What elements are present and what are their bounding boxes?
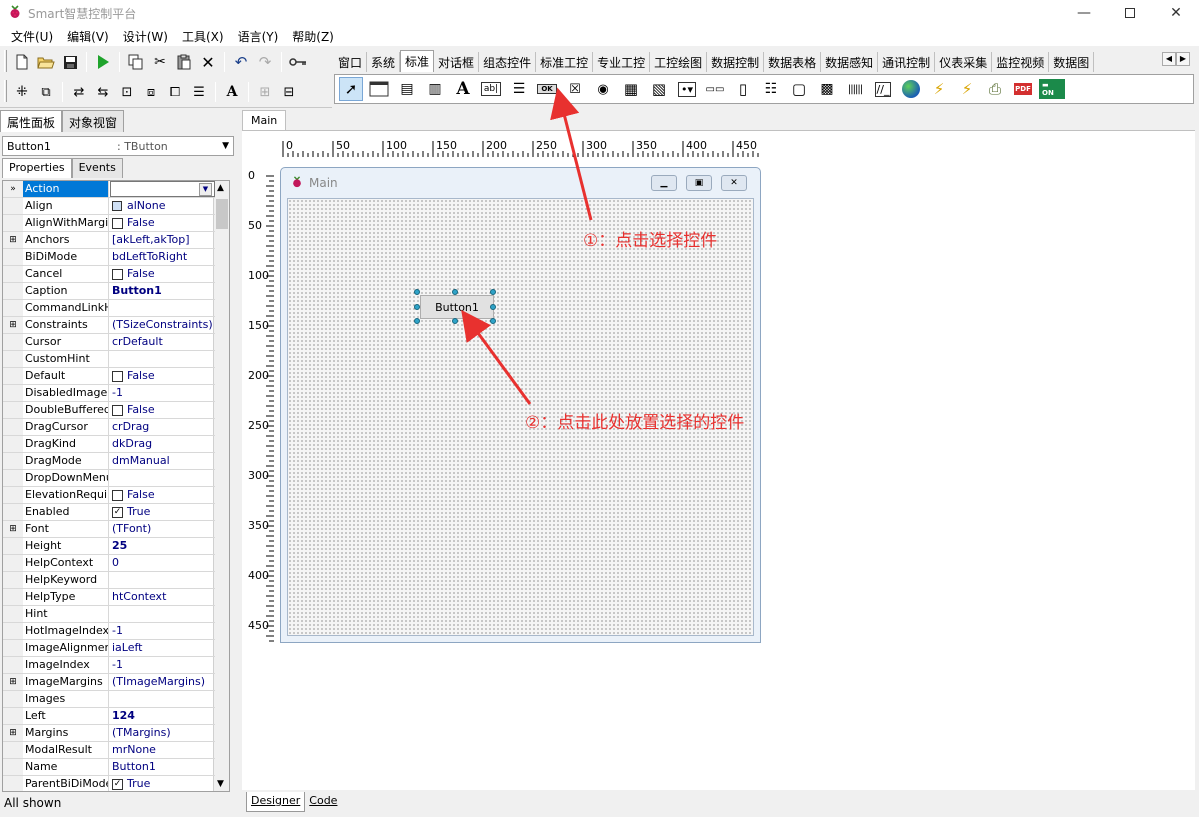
arrow-step2 (461, 309, 532, 405)
annotation-step2: ②：点击此处放置选择的控件 (525, 413, 745, 433)
arrow-step1 (550, 87, 593, 221)
annotation-step1: ①：点击选择控件 (583, 231, 718, 251)
